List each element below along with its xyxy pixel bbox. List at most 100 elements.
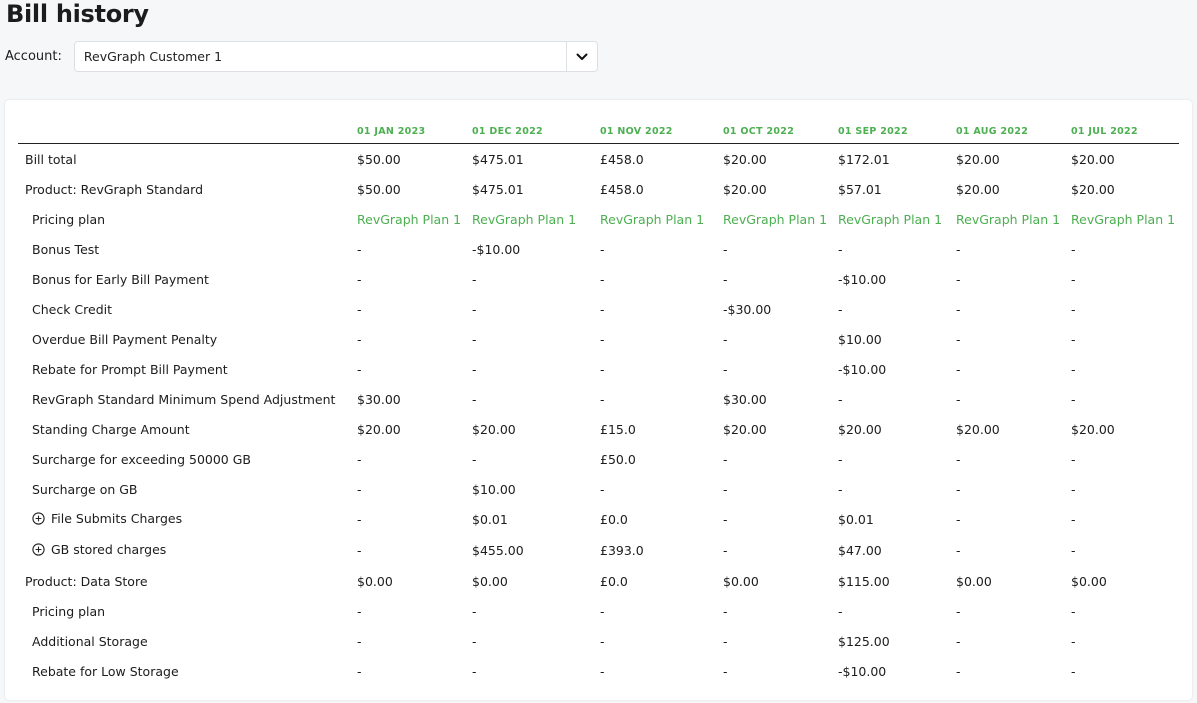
amount-cell: - — [357, 543, 362, 558]
amount-cell: -$30.00 — [723, 301, 772, 317]
amount-cell: - — [1071, 271, 1076, 287]
row-label-cell: GB stored charges — [18, 535, 352, 566]
amount-cell: - — [357, 633, 362, 649]
column-header-date: 01 DEC 2022 — [467, 119, 595, 144]
bill-history-table: 01 JAN 2023 01 DEC 2022 01 NOV 2022 01 OCT … — [18, 119, 1179, 686]
column-header-date: 01 SEP 2022 — [833, 119, 951, 144]
amount-cell: - — [600, 301, 605, 317]
row-label-cell: RevGraph Standard Minimum Spend Adjustme… — [18, 384, 352, 414]
amount-cell: - — [956, 451, 961, 467]
amount-cell: - — [956, 481, 961, 497]
amount-cell: - — [357, 331, 362, 347]
amount-cell: $50.00 — [357, 151, 401, 167]
amount-cell: $115.00 — [838, 573, 890, 589]
amount-cell: -$10.00 — [472, 241, 521, 257]
amount-cell: - — [1071, 361, 1076, 377]
amount-cell: - — [357, 512, 362, 527]
table-row: RevGraph Standard Minimum Spend Adjustme… — [18, 384, 1179, 414]
amount-cell: -$10.00 — [838, 271, 887, 287]
amount-cell: - — [357, 241, 362, 257]
table-row[interactable]: GB stored charges - $455.00 £393.0 - $47.00 - - — [18, 535, 1179, 566]
pricing-plan-link[interactable]: RevGraph Plan 1 — [718, 204, 833, 234]
table-row: Check Credit - - - -$30.00 - - - — [18, 294, 1179, 324]
table-row: Standing Charge Amount $20.00 $20.00 £15.0 $… — [18, 414, 1179, 444]
amount-cell: - — [1071, 512, 1076, 527]
column-header-date: 01 JAN 2023 — [352, 119, 467, 144]
row-label-cell: Additional Storage — [18, 626, 352, 656]
row-label: Rebate for Prompt Bill Payment — [32, 361, 228, 377]
amount-cell: $172.01 — [838, 151, 890, 167]
amount-cell: $20.00 — [472, 421, 516, 437]
amount-cell: - — [600, 271, 605, 287]
amount-cell: - — [472, 361, 477, 377]
amount-cell: $10.00 — [838, 331, 882, 347]
table-row: Surcharge for exceeding 50000 GB - - £50.0 -… — [18, 444, 1179, 474]
amount-cell: - — [956, 663, 961, 679]
amount-cell: $20.00 — [956, 421, 1000, 437]
pricing-plan-link[interactable]: RevGraph Plan 1 — [951, 204, 1066, 234]
amount-cell: $30.00 — [723, 391, 767, 407]
amount-cell: $0.01 — [838, 512, 874, 527]
amount-cell: - — [723, 481, 728, 497]
pricing-plan-link[interactable]: RevGraph Plan 1 — [595, 204, 718, 234]
table-row: Bonus for Early Bill Payment - - - - -$10.00 -… — [18, 264, 1179, 294]
row-label-cell: Product: Data Store — [18, 566, 352, 596]
table-row: Product: Data Store $0.00 $0.00 £0.0 $0.00 $1… — [18, 566, 1179, 596]
amount-cell: - — [600, 361, 605, 377]
amount-cell: £15.0 — [600, 421, 636, 437]
amount-cell: - — [1071, 451, 1076, 467]
amount-cell: - — [1071, 543, 1076, 558]
amount-cell: $47.00 — [838, 543, 882, 558]
chevron-down-icon[interactable] — [565, 42, 597, 71]
expand-plus-icon[interactable] — [32, 543, 45, 559]
amount-cell: - — [472, 271, 477, 287]
row-label-cell: Rebate for Low Storage — [18, 656, 352, 686]
amount-cell: - — [1071, 663, 1076, 679]
table-row: Rebate for Prompt Bill Payment - - - - -$10.0… — [18, 354, 1179, 384]
table-row: Surcharge on GB - $10.00 - - - - - — [18, 474, 1179, 504]
row-label-cell: Overdue Bill Payment Penalty — [18, 324, 352, 354]
table-row: Pricing plan RevGraph Plan 1 RevGraph Plan… — [18, 204, 1179, 234]
amount-cell: - — [472, 451, 477, 467]
amount-cell: $0.00 — [472, 573, 508, 589]
page-title: Bill history — [6, 0, 149, 28]
amount-cell: $20.00 — [357, 421, 401, 437]
amount-cell: - — [357, 603, 362, 619]
amount-cell: $20.00 — [838, 421, 882, 437]
table-row: Bonus Test - -$10.00 - - - - - — [18, 234, 1179, 264]
amount-cell: $20.00 — [723, 151, 767, 167]
amount-cell: - — [838, 391, 843, 407]
pricing-plan-link[interactable]: RevGraph Plan 1 — [467, 204, 595, 234]
column-header-label — [18, 119, 352, 144]
amount-cell: - — [600, 241, 605, 257]
amount-cell: - — [472, 663, 477, 679]
amount-cell: £458.0 — [600, 151, 644, 167]
amount-cell: £0.0 — [600, 573, 628, 589]
amount-cell: - — [357, 663, 362, 679]
account-select[interactable]: RevGraph Customer 1 — [73, 41, 598, 72]
amount-cell: $20.00 — [723, 181, 767, 197]
amount-cell: $20.00 — [723, 421, 767, 437]
amount-cell: - — [1071, 241, 1076, 257]
table-row: Rebate for Low Storage - - - - -$10.00 - - — [18, 656, 1179, 686]
amount-cell: - — [723, 633, 728, 649]
expand-plus-icon[interactable] — [32, 512, 45, 528]
amount-cell: -$10.00 — [838, 361, 887, 377]
row-label-cell: Standing Charge Amount — [18, 414, 352, 444]
amount-cell: - — [1071, 603, 1076, 619]
table-row[interactable]: File Submits Charges - $0.01 £0.0 - $0.01 - - — [18, 504, 1179, 535]
amount-cell: - — [472, 633, 477, 649]
amount-cell: - — [723, 451, 728, 467]
pricing-plan-link[interactable]: RevGraph Plan 1 — [833, 204, 951, 234]
amount-cell: - — [723, 331, 728, 347]
pricing-plan-link[interactable]: RevGraph Plan 1 — [1066, 204, 1179, 234]
amount-cell: - — [600, 603, 605, 619]
column-header-date: 01 AUG 2022 — [951, 119, 1066, 144]
amount-cell: - — [600, 633, 605, 649]
amount-cell: - — [956, 361, 961, 377]
bill-history-card: 01 JAN 2023 01 DEC 2022 01 NOV 2022 01 OCT … — [5, 100, 1192, 700]
amount-cell: $0.00 — [1071, 573, 1107, 589]
pricing-plan-link[interactable]: RevGraph Plan 1 — [352, 204, 467, 234]
amount-cell: - — [1071, 331, 1076, 347]
amount-cell: - — [472, 603, 477, 619]
